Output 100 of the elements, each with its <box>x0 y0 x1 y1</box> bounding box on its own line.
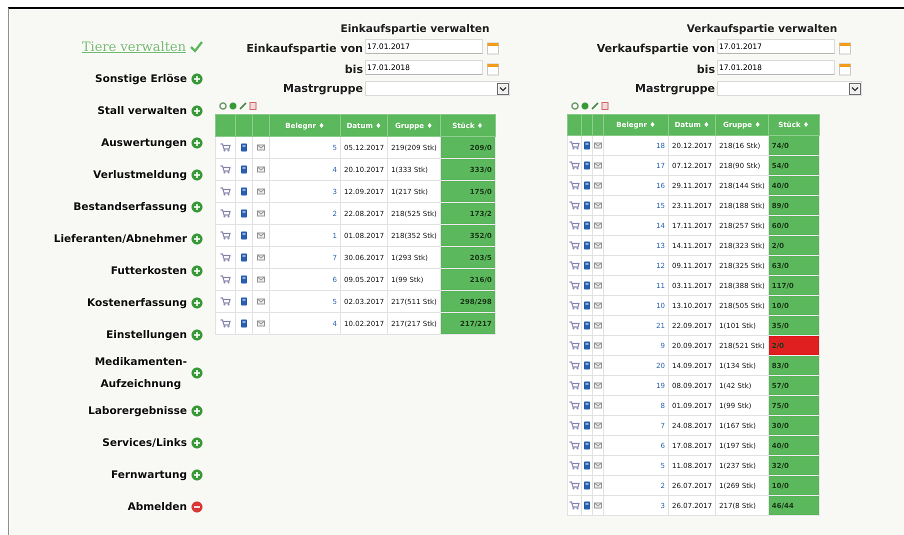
cart-icon[interactable] <box>569 241 580 250</box>
sidebar-item[interactable]: Laborergebnisse <box>88 400 187 422</box>
add-icon[interactable] <box>191 233 203 245</box>
sidebar-item[interactable]: Verlustmeldung <box>93 164 187 186</box>
add-icon[interactable] <box>191 73 203 85</box>
add-icon[interactable] <box>191 265 203 277</box>
cart-icon[interactable] <box>569 441 580 450</box>
cart-icon[interactable] <box>569 201 580 210</box>
sidebar-item[interactable]: Bestandserfassung <box>73 196 187 218</box>
envelope-icon[interactable] <box>257 187 265 196</box>
sidebar-item[interactable]: Futterkosten <box>110 260 187 282</box>
envelope-icon[interactable] <box>257 297 265 306</box>
cart-icon[interactable] <box>569 181 580 190</box>
document-icon[interactable] <box>240 319 248 328</box>
document-icon[interactable] <box>583 501 591 510</box>
cart-icon[interactable] <box>569 281 580 290</box>
envelope-icon[interactable] <box>594 301 602 310</box>
add-icon[interactable] <box>191 137 203 149</box>
envelope-icon[interactable] <box>594 201 602 210</box>
envelope-icon[interactable] <box>594 281 602 290</box>
cart-icon[interactable] <box>569 481 580 490</box>
document-icon[interactable] <box>583 441 591 450</box>
cart-icon[interactable] <box>569 221 580 230</box>
envelope-icon[interactable] <box>257 165 265 174</box>
document-icon[interactable] <box>240 275 248 284</box>
envelope-icon[interactable] <box>594 141 602 150</box>
envelope-icon[interactable] <box>594 441 602 450</box>
cart-icon[interactable] <box>220 297 231 306</box>
pencil-icon[interactable] <box>591 102 599 110</box>
document-icon[interactable] <box>583 141 591 150</box>
envelope-icon[interactable] <box>594 421 602 430</box>
sidebar-item[interactable]: Auswertungen <box>101 132 187 154</box>
document-icon[interactable] <box>240 253 248 262</box>
envelope-icon[interactable] <box>594 321 602 330</box>
add-icon[interactable] <box>191 329 203 341</box>
cart-icon[interactable] <box>569 141 580 150</box>
cart-icon[interactable] <box>220 275 231 284</box>
document-icon[interactable] <box>249 102 257 110</box>
document-icon[interactable] <box>583 321 591 330</box>
envelope-icon[interactable] <box>594 481 602 490</box>
sidebar-item[interactable]: Services/Links <box>102 432 187 454</box>
add-icon[interactable] <box>581 102 589 110</box>
group-dropdown[interactable] <box>717 81 862 96</box>
calendar-icon[interactable] <box>839 42 851 55</box>
sidebar-item[interactable]: Lieferanten/Abnehmer <box>54 228 187 250</box>
document-icon[interactable] <box>583 381 591 390</box>
document-icon[interactable] <box>583 481 591 490</box>
envelope-icon[interactable] <box>257 209 265 218</box>
cart-icon[interactable] <box>220 209 231 218</box>
envelope-icon[interactable] <box>594 341 602 350</box>
document-icon[interactable] <box>583 301 591 310</box>
cart-icon[interactable] <box>569 301 580 310</box>
envelope-icon[interactable] <box>594 501 602 510</box>
document-icon[interactable] <box>583 341 591 350</box>
envelope-icon[interactable] <box>594 181 602 190</box>
envelope-icon[interactable] <box>257 143 265 152</box>
cart-icon[interactable] <box>569 381 580 390</box>
sidebar-item[interactable]: Einstellungen <box>106 324 187 346</box>
cart-icon[interactable] <box>569 161 580 170</box>
cart-icon[interactable] <box>220 143 231 152</box>
add-icon[interactable] <box>191 169 203 181</box>
sidebar-item[interactable]: Kostenerfassung <box>87 292 187 314</box>
cart-icon[interactable] <box>569 321 580 330</box>
document-icon[interactable] <box>583 421 591 430</box>
document-icon[interactable] <box>583 461 591 470</box>
document-icon[interactable] <box>601 102 609 110</box>
envelope-icon[interactable] <box>594 221 602 230</box>
cart-icon[interactable] <box>569 361 580 370</box>
settings-icon[interactable] <box>571 102 579 110</box>
pencil-icon[interactable] <box>239 102 247 110</box>
cart-icon[interactable] <box>569 341 580 350</box>
logout-icon[interactable] <box>191 501 203 513</box>
sidebar-item[interactable]: Sonstige Erlöse <box>95 68 187 90</box>
envelope-icon[interactable] <box>257 253 265 262</box>
cart-icon[interactable] <box>569 401 580 410</box>
add-icon[interactable] <box>191 201 203 213</box>
envelope-icon[interactable] <box>594 241 602 250</box>
document-icon[interactable] <box>583 401 591 410</box>
document-icon[interactable] <box>583 161 591 170</box>
envelope-icon[interactable] <box>257 275 265 284</box>
calendar-icon[interactable] <box>839 63 851 76</box>
document-icon[interactable] <box>583 241 591 250</box>
sidebar-item[interactable]: Abmelden <box>128 496 187 518</box>
envelope-icon[interactable] <box>594 401 602 410</box>
cart-icon[interactable] <box>220 231 231 240</box>
envelope-icon[interactable] <box>594 461 602 470</box>
cart-icon[interactable] <box>220 253 231 262</box>
envelope-icon[interactable] <box>257 319 265 328</box>
sidebar-item[interactable]: Stall verwalten <box>97 100 187 122</box>
document-icon[interactable] <box>240 187 248 196</box>
cart-icon[interactable] <box>220 187 231 196</box>
add-icon[interactable] <box>191 367 203 379</box>
document-icon[interactable] <box>583 221 591 230</box>
add-icon[interactable] <box>229 102 237 110</box>
add-icon[interactable] <box>191 297 203 309</box>
calendar-icon[interactable] <box>487 42 499 55</box>
envelope-icon[interactable] <box>594 161 602 170</box>
envelope-icon[interactable] <box>594 361 602 370</box>
cart-icon[interactable] <box>569 461 580 470</box>
add-icon[interactable] <box>191 469 203 481</box>
